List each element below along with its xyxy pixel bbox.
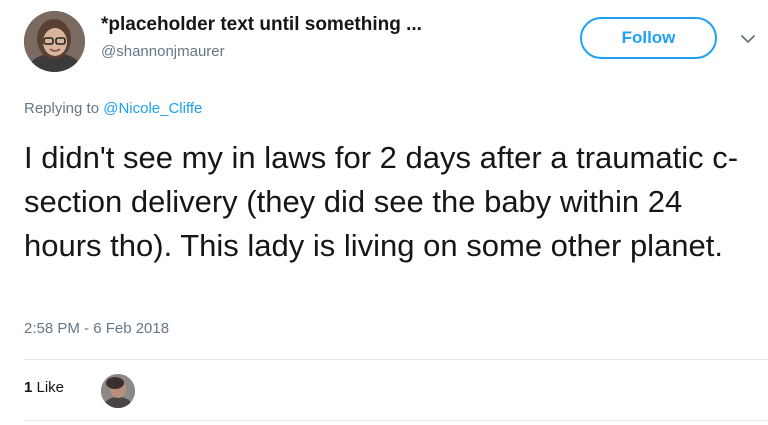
replying-to: Replying to @Nicole_Cliffe — [24, 100, 202, 117]
divider-top — [24, 359, 768, 360]
author-avatar[interactable] — [24, 11, 85, 72]
chevron-down-icon[interactable] — [739, 30, 757, 48]
author-display-name[interactable]: *placeholder text until something ... — [101, 14, 422, 36]
tweet-timestamp[interactable]: 2:58 PM - 6 Feb 2018 — [24, 320, 169, 337]
tweet-text: I didn't see my in laws for 2 days after… — [24, 140, 739, 263]
author-handle[interactable]: @shannonjmaurer — [101, 43, 225, 60]
like-label: Like — [32, 379, 65, 396]
divider-bottom — [24, 420, 768, 421]
reply-mention-link[interactable]: @Nicole_Cliffe — [103, 100, 202, 117]
follow-button[interactable]: Follow — [580, 17, 717, 59]
replying-to-label: Replying to — [24, 100, 104, 117]
likes-count-link[interactable]: 1 Like — [24, 379, 64, 396]
liker-avatar[interactable] — [101, 374, 135, 408]
follow-button-label: Follow — [621, 28, 676, 47]
